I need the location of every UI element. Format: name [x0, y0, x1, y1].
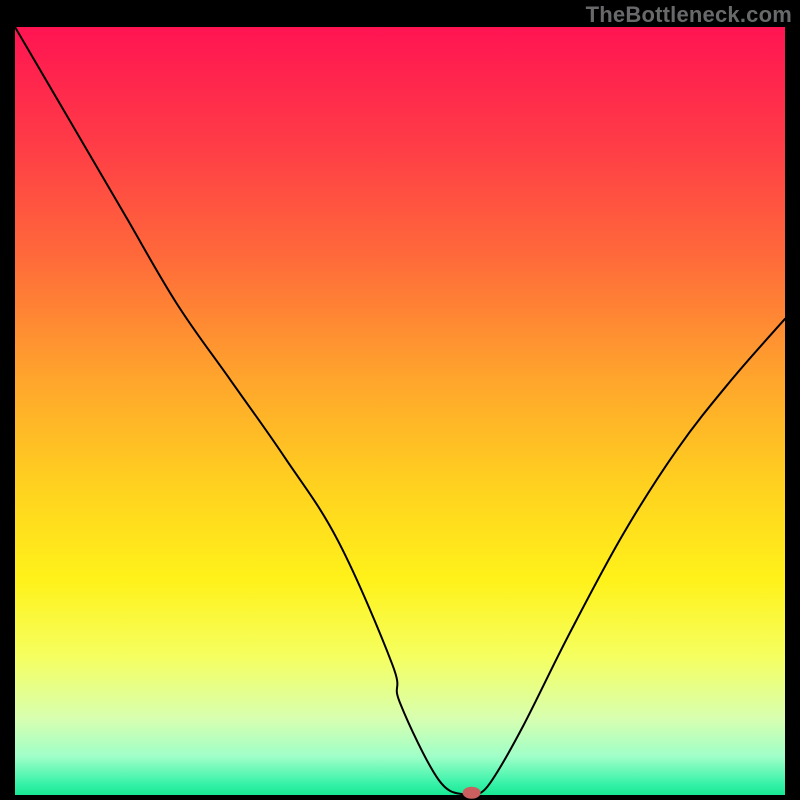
watermark-text: TheBottleneck.com: [586, 2, 792, 28]
plot-background: [15, 27, 785, 795]
optimal-marker: [463, 787, 481, 799]
chart-container: TheBottleneck.com: [0, 0, 800, 800]
bottleneck-chart: [0, 0, 800, 800]
